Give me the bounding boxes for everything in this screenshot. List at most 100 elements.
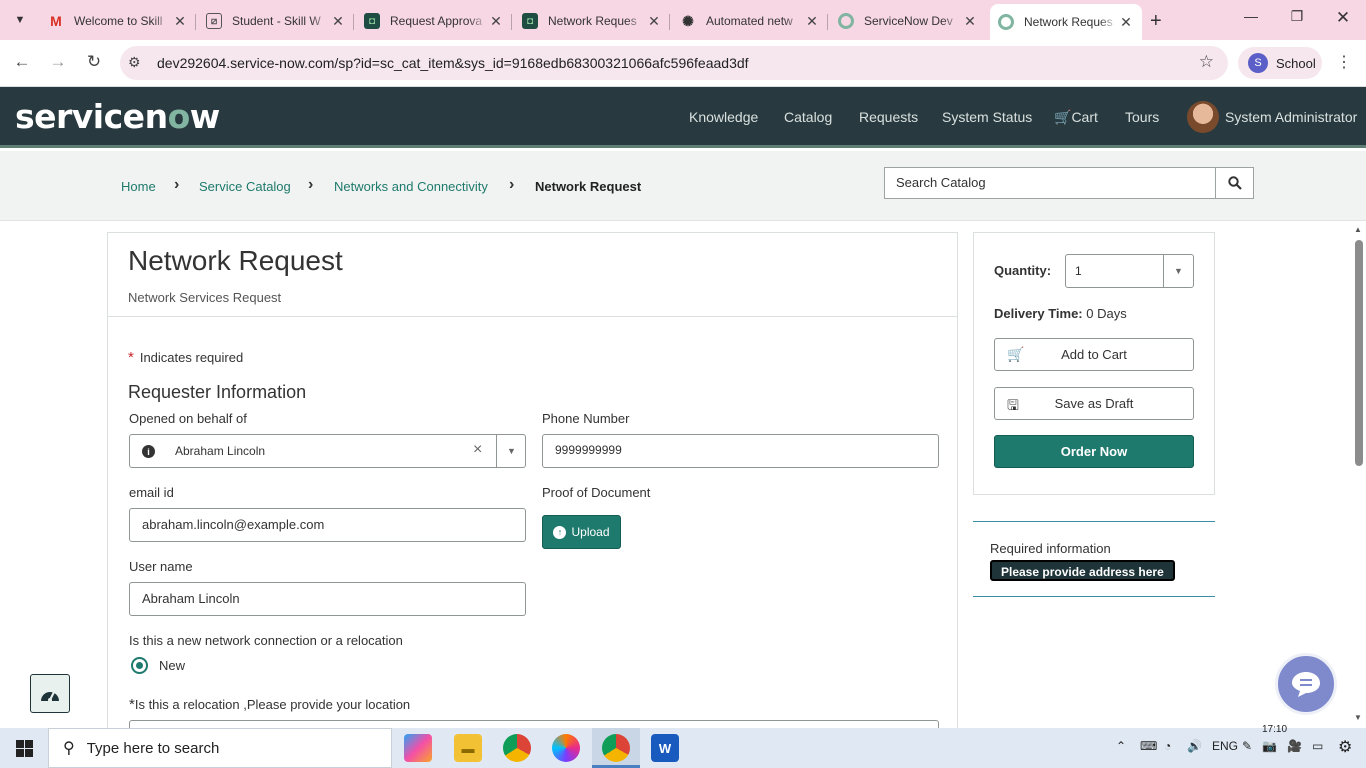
scroll-down-icon[interactable]: ▼ [1354, 713, 1362, 722]
chevron-down-icon[interactable]: ▼ [1163, 255, 1193, 287]
url-text[interactable]: dev292604.service-now.com/sp?id=sc_cat_i… [157, 55, 749, 71]
forward-arrow-icon[interactable]: → [46, 52, 70, 72]
portal-header: servicenow Knowledge Catalog Requests Sy… [0, 87, 1366, 148]
close-tab-icon[interactable]: ✕ [1118, 14, 1134, 31]
browser-menu-icon[interactable]: ⋮ [1336, 52, 1352, 72]
radio-new[interactable] [131, 657, 148, 674]
nav-tours[interactable]: Tours [1125, 109, 1159, 125]
logo-text-end: w [189, 97, 221, 136]
breadcrumb-networks[interactable]: Networks and Connectivity [334, 179, 488, 194]
close-tab-icon[interactable]: ✕ [804, 13, 820, 30]
chevron-down-icon[interactable]: ▼ [496, 435, 526, 467]
connection-question: Is this a new network connection or a re… [129, 633, 403, 648]
breadcrumb-home[interactable]: Home [121, 179, 156, 194]
profile-button[interactable]: S School [1238, 47, 1322, 79]
restore-icon[interactable]: ❐ [1282, 8, 1312, 25]
quantity-select[interactable]: 1 ▼ [1065, 254, 1194, 288]
add-to-cart-button[interactable]: 🛒 Add to Cart [994, 338, 1194, 371]
tray-chevron-up-icon[interactable]: ⌃ [1116, 739, 1126, 753]
close-window-icon[interactable]: ✕ [1328, 8, 1358, 28]
site-settings-icon[interactable]: ⚙ [128, 54, 141, 71]
windows-start-icon[interactable] [0, 728, 48, 768]
save-draft-button[interactable]: 🖫 Save as Draft [994, 387, 1194, 420]
bookmark-star-icon[interactable]: ☆ [1199, 52, 1214, 72]
close-tab-icon[interactable]: ✕ [488, 13, 504, 30]
clear-icon[interactable]: × [473, 441, 482, 459]
window-icon[interactable]: ▭ [1312, 739, 1323, 753]
reload-icon[interactable]: ↻ [82, 52, 106, 72]
servicenow-logo[interactable]: servicenow [15, 97, 220, 136]
new-tab-plus-icon[interactable]: + [1150, 10, 1162, 33]
save-draft-label: Save as Draft [1054, 396, 1134, 411]
user-avatar[interactable] [1187, 101, 1219, 133]
phone-field[interactable]: 9999999999 [542, 434, 939, 468]
tab-title: Request Approva [390, 14, 483, 28]
language-indicator[interactable]: ENG [1212, 739, 1238, 753]
tab-title: ServiceNow Dev [864, 14, 953, 28]
search-catalog-input[interactable]: Search Catalog [884, 167, 1216, 199]
camera-icon[interactable]: 📷 [1262, 739, 1277, 753]
order-now-button[interactable]: Order Now [994, 435, 1194, 468]
browser-app-icon[interactable] [552, 734, 580, 762]
settings-gear-icon[interactable]: ⚙ [1338, 737, 1352, 757]
input-method-icon[interactable]: ⌨ [1140, 739, 1157, 753]
upload-arrow-icon: ↑ [553, 525, 567, 539]
page-title: Network Request [128, 245, 343, 276]
browser-tab[interactable]: ServiceNow Dev ✕ [830, 6, 986, 36]
divider [108, 316, 957, 317]
word-icon[interactable]: W [651, 734, 679, 762]
servicenow-dev-icon [998, 14, 1014, 30]
tab-search-chevron-icon[interactable]: ▼ [6, 8, 34, 32]
nav-cart[interactable]: 🛒Cart [1054, 109, 1098, 126]
nav-requests[interactable]: Requests [859, 109, 918, 125]
browser-tab[interactable]: ◘ Request Approva ✕ [356, 6, 512, 36]
copilot-icon[interactable] [404, 734, 432, 762]
username-field[interactable]: Abraham Lincoln [129, 582, 526, 616]
close-tab-icon[interactable]: ✕ [962, 13, 978, 30]
radio-new-label[interactable]: New [159, 658, 185, 673]
volume-icon[interactable]: 🔊 [1187, 739, 1202, 753]
save-disk-icon: 🖫 [1007, 397, 1019, 413]
scrollbar-thumb[interactable] [1355, 240, 1363, 466]
minimize-icon[interactable]: — [1236, 8, 1266, 24]
user-menu[interactable]: System Administrator [1225, 109, 1357, 125]
nav-system-status[interactable]: System Status [942, 109, 1032, 125]
browser-tab[interactable]: ⧄ Student - Skill W ✕ [198, 6, 354, 36]
browser-tab[interactable]: ✺ Automated netw ✕ [672, 6, 828, 36]
wifi-icon[interactable]: ◔ [1164, 739, 1171, 753]
file-explorer-icon[interactable]: ▬ [454, 734, 482, 762]
address-bar[interactable]: ⚙ dev292604.service-now.com/sp?id=sc_cat… [120, 46, 1228, 80]
close-tab-icon[interactable]: ✕ [172, 13, 188, 30]
opened-on-behalf-field[interactable]: i Abraham Lincoln × ▼ [129, 434, 526, 468]
close-tab-icon[interactable]: ✕ [646, 13, 662, 30]
quantity-label: Quantity: [994, 263, 1052, 278]
search-button[interactable] [1215, 167, 1254, 199]
cart-icon: 🛒 [1007, 346, 1025, 362]
delivery-time: Delivery Time: 0 Days [994, 306, 1127, 321]
breadcrumb-service-catalog[interactable]: Service Catalog [199, 179, 291, 194]
upload-button[interactable]: ↑ Upload [542, 515, 621, 549]
chat-support-button[interactable] [1275, 653, 1337, 715]
taskbar-search-input[interactable]: ⚲ Type here to search [48, 728, 392, 768]
browser-tab[interactable]: M Welcome to Skill ✕ [40, 6, 196, 36]
nav-catalog[interactable]: Catalog [784, 109, 832, 125]
servicenow-icon: ◘ [522, 13, 538, 29]
email-field[interactable]: abraham.lincoln@example.com [129, 508, 526, 542]
breadcrumb-current: Network Request [535, 179, 642, 194]
back-arrow-icon[interactable]: ← [10, 52, 34, 72]
close-tab-icon[interactable]: ✕ [330, 13, 346, 30]
proof-label: Proof of Document [542, 485, 651, 500]
info-icon[interactable]: i [142, 445, 155, 458]
required-info-badge[interactable]: Please provide address here [990, 560, 1175, 581]
performance-dashboard-button[interactable] [30, 674, 70, 713]
chrome-icon[interactable] [503, 734, 531, 762]
clock-time[interactable]: 17:10 [1262, 724, 1287, 735]
browser-tab[interactable]: ◘ Network Reques ✕ [514, 6, 670, 36]
page-scrollbar[interactable]: ▲ ▼ [1352, 224, 1366, 727]
chevron-right-icon: › [509, 176, 515, 193]
chrome-profile-icon[interactable] [602, 734, 630, 762]
nav-knowledge[interactable]: Knowledge [689, 109, 758, 125]
scroll-up-icon[interactable]: ▲ [1354, 225, 1362, 234]
video-icon[interactable]: 🎥 [1287, 739, 1302, 753]
browser-tab-active[interactable]: Network Reques ✕ [990, 4, 1142, 40]
